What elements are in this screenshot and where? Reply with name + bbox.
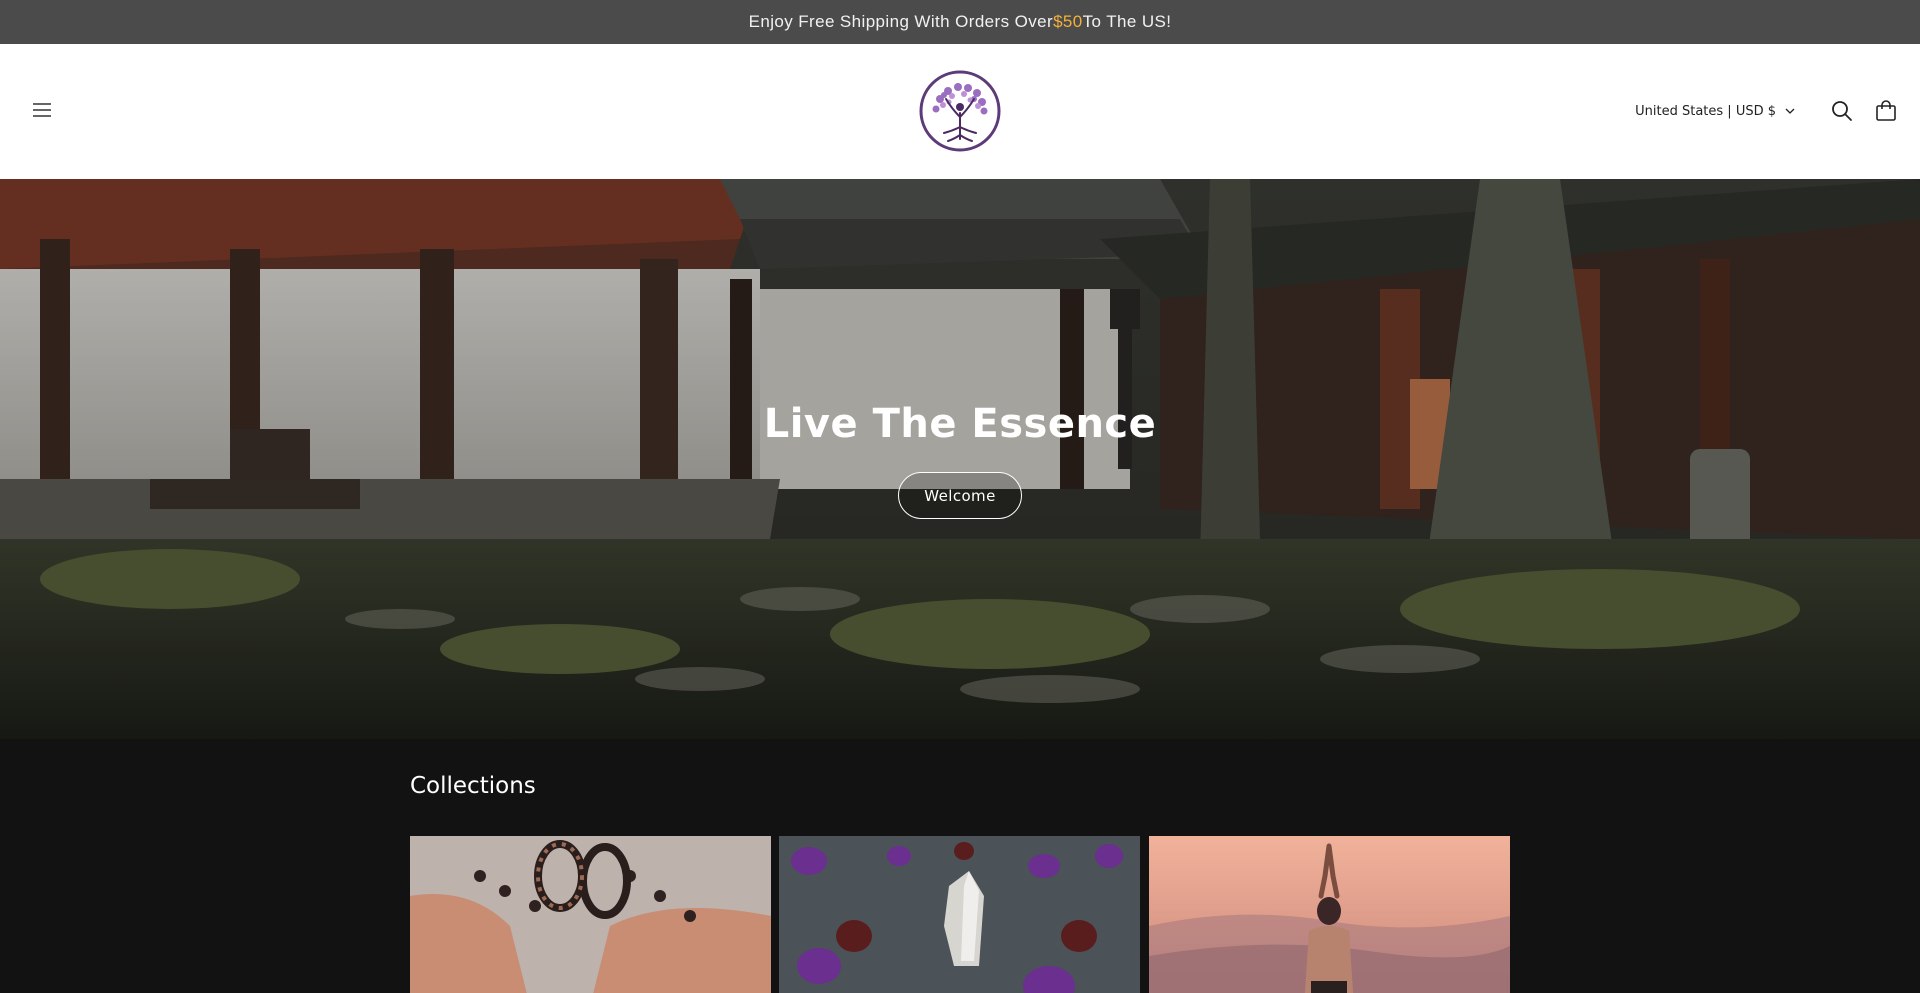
announcement-bar: Enjoy Free Shipping With Orders Over $50… [0,0,1920,44]
locale-label: United States | USD $ [1635,103,1776,119]
tree-of-life-logo[interactable] [918,69,1002,153]
hero-overlay [0,179,1920,739]
collections-section: Collections [0,739,1920,993]
hands-bracelets-image [410,836,771,993]
crystals-gemstones-image [779,836,1140,993]
collection-card[interactable] [410,836,771,993]
search-icon[interactable] [1830,99,1854,123]
welcome-button[interactable]: Welcome [898,472,1022,519]
country-currency-selector[interactable]: United States | USD $ [1635,100,1795,122]
collection-card[interactable] [1149,836,1510,993]
announcement-text-end: To The US! [1082,12,1172,31]
chevron-down-icon [1785,108,1795,114]
hero-banner: Live The Essence Welcome [0,179,1920,739]
hero-title: Live The Essence [763,401,1157,447]
cart-bag-icon[interactable] [1874,99,1898,123]
collections-heading: Collections [410,773,536,799]
yoga-sunset-image [1149,836,1510,993]
announcement-highlight: $50 [1053,12,1083,31]
site-header: United States | USD $ [0,44,1920,179]
announcement-text-start: Enjoy Free Shipping With Orders Over [748,12,1054,31]
collection-card[interactable] [779,836,1140,993]
hamburger-menu-icon[interactable] [30,98,54,122]
